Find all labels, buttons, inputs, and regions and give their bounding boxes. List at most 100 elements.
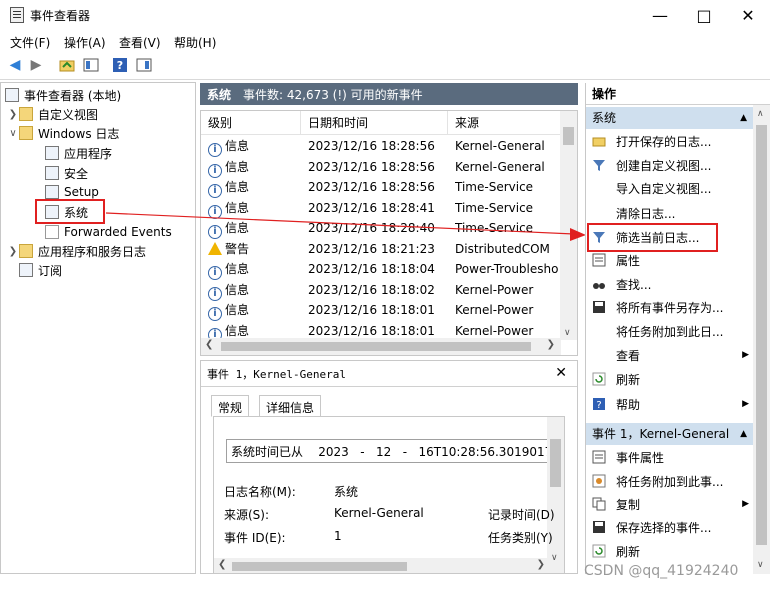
event-list-vertical-scrollbar[interactable]: ∨ (560, 111, 577, 340)
action-item[interactable]: 将任务附加到此事... (586, 470, 753, 492)
action-item[interactable]: 保存选择的事件... (586, 516, 753, 538)
info-icon: i (208, 143, 222, 157)
table-row[interactable]: i 信息 2023/12/16 18:18:04 Power-Troublesho (201, 259, 561, 280)
tree-node-label: 事件查看器 (本地) (24, 88, 122, 103)
help-icon[interactable]: ? (111, 56, 129, 74)
table-row[interactable]: i 信息 2023/12/16 18:18:02 Kernel-Power (201, 280, 561, 301)
action-item[interactable]: 导入自定义视图... (586, 177, 753, 199)
action-item[interactable]: 刷新 (586, 540, 753, 562)
action-item[interactable]: 事件属性 (586, 446, 753, 468)
cell-datetime: 2023/12/16 18:28:41 (308, 200, 435, 215)
table-row[interactable]: i 信息 2023/12/16 18:18:01 Kernel-Power (201, 300, 561, 321)
cell-datetime: 2023/12/16 18:28:56 (308, 180, 435, 194)
scroll-down-icon[interactable]: ∨ (564, 328, 571, 338)
table-row[interactable]: i 信息 2023/12/16 18:28:41 Time-Service (201, 198, 561, 219)
scrollbar-thumb[interactable] (563, 127, 574, 145)
tree-node-label: Windows 日志 (38, 126, 120, 141)
actions-vertical-scrollbar[interactable]: ∧ ∨ (753, 105, 770, 574)
event-detail-pane: 事件 1，Kernel-General ✕ 常规 详细信息 系统时间已从 202… (200, 360, 578, 574)
event-id-value: 1 (334, 529, 342, 543)
menu-view[interactable]: 查看(V) (119, 34, 161, 51)
cell-source: Kernel-Power (455, 282, 534, 297)
tree-node-label: 应用程序和服务日志 (38, 244, 147, 259)
table-row[interactable]: i 信息 2023/12/16 18:28:56 Kernel-General (201, 136, 561, 157)
title-bar: 事件查看器 — □ ✕ (0, 0, 770, 30)
tab-details[interactable]: 详细信息 (259, 395, 322, 417)
collapse-icon[interactable]: ▲ (740, 423, 747, 445)
table-row[interactable]: 警告 2023/12/16 18:21:23 DistributedCOM (201, 239, 561, 259)
actions-section-system[interactable]: 系统 ▲ (586, 107, 753, 129)
action-item[interactable]: 清除日志... (586, 202, 753, 224)
action-item[interactable]: 属性 (586, 249, 753, 271)
detail-horizontal-scrollbar[interactable]: ❮ ❯ (214, 558, 549, 573)
scroll-left-icon[interactable]: ❮ (218, 559, 226, 570)
forward-arrow-icon[interactable]: ▶ (27, 56, 45, 74)
action-item[interactable]: 复制 ▶ (586, 493, 753, 515)
event-description-box[interactable]: 系统时间已从 2023 - 12 - 16T10:28:56.301901700… (226, 439, 552, 463)
show-hide-tree-icon[interactable] (82, 56, 100, 74)
cell-source: Time-Service (455, 200, 534, 215)
show-hide-action-pane-icon[interactable] (135, 56, 153, 74)
action-item[interactable]: 将任务附加到此日... (586, 320, 753, 342)
cell-datetime: 2023/12/16 18:18:02 (308, 282, 435, 297)
tree-node-security[interactable]: 安全 (45, 164, 88, 182)
cell-level: i 信息 (208, 199, 249, 219)
source-label: 来源(S): (224, 508, 270, 522)
up-folder-icon[interactable] (58, 56, 76, 74)
logged-label: 记录时间(D) (488, 508, 555, 522)
column-datetime[interactable]: 日期和时间 (301, 111, 448, 135)
scrollbar-thumb[interactable] (221, 342, 531, 351)
tree-node-subscriptions[interactable]: 订阅 (19, 261, 62, 279)
chevron-right-icon[interactable]: ❯ (7, 246, 19, 257)
close-button[interactable]: ✕ (725, 0, 770, 30)
tree-node-windows-logs[interactable]: ∨ Windows 日志 (7, 124, 119, 142)
action-item[interactable]: 查找... (586, 273, 753, 295)
back-arrow-icon[interactable]: ◀ (6, 56, 24, 74)
menu-help[interactable]: 帮助(H) (174, 34, 216, 51)
scrollbar-thumb[interactable] (756, 125, 767, 545)
scrollbar-thumb[interactable] (550, 439, 561, 487)
close-detail-icon[interactable]: ✕ (555, 365, 567, 381)
table-row[interactable]: i 信息 2023/12/16 18:28:56 Time-Service (201, 177, 561, 198)
tree-node-application[interactable]: 应用程序 (45, 144, 112, 162)
actions-section-event[interactable]: 事件 1，Kernel-General ▲ (586, 423, 753, 445)
collapse-icon[interactable]: ▲ (740, 107, 747, 129)
tree-node-label: Setup (64, 185, 99, 199)
scroll-up-icon[interactable]: ∧ (757, 109, 764, 119)
scrollbar-thumb[interactable] (232, 562, 407, 571)
scroll-left-icon[interactable]: ❮ (205, 339, 213, 350)
warning-icon (208, 241, 222, 255)
maximize-button[interactable]: □ (681, 0, 727, 30)
detail-vertical-scrollbar[interactable]: ∨ (547, 417, 564, 573)
menu-action[interactable]: 操作(A) (64, 34, 106, 51)
refresh-icon (592, 372, 606, 386)
action-item[interactable]: 将所有事件另存为... (586, 296, 753, 318)
tree-node-forwarded-events[interactable]: Forwarded Events (45, 223, 172, 241)
column-level[interactable]: 级别 (201, 111, 301, 135)
open-folder-icon (592, 134, 606, 148)
filter-icon (592, 158, 606, 172)
action-item[interactable]: 打开保存的日志... (586, 130, 753, 152)
chevron-down-icon[interactable]: ∨ (7, 128, 19, 139)
minimize-button[interactable]: — (637, 0, 683, 30)
tree-node-root[interactable]: 事件查看器 (本地) (5, 86, 121, 104)
event-list-horizontal-scrollbar[interactable]: ❮ ❯ (201, 338, 561, 355)
table-row[interactable]: i 信息 2023/12/16 18:28:40 Time-Service (201, 218, 561, 239)
action-item[interactable]: 查看 ▶ (586, 344, 753, 366)
scroll-right-icon[interactable]: ❯ (537, 559, 545, 570)
info-icon: i (208, 286, 222, 301)
action-item[interactable]: 创建自定义视图... (586, 154, 753, 176)
scroll-down-icon[interactable]: ∨ (757, 560, 764, 570)
scroll-down-icon[interactable]: ∨ (551, 553, 558, 563)
tree-node-app-service-logs[interactable]: ❯ 应用程序和服务日志 (7, 242, 146, 260)
table-row[interactable]: i 信息 2023/12/16 18:28:56 Kernel-General (201, 157, 561, 178)
menu-file[interactable]: 文件(F) (10, 34, 50, 51)
column-source[interactable]: 来源 (448, 111, 561, 135)
tab-general[interactable]: 常规 (211, 395, 250, 417)
info-icon: i (208, 307, 222, 321)
action-item[interactable]: 刷新 (586, 368, 753, 390)
chevron-right-icon[interactable]: ❯ (7, 109, 19, 120)
scroll-right-icon[interactable]: ❯ (547, 339, 555, 350)
action-item[interactable]: ? 帮助 ▶ (586, 393, 753, 415)
tree-node-custom-views[interactable]: ❯ 自定义视图 (7, 105, 98, 123)
